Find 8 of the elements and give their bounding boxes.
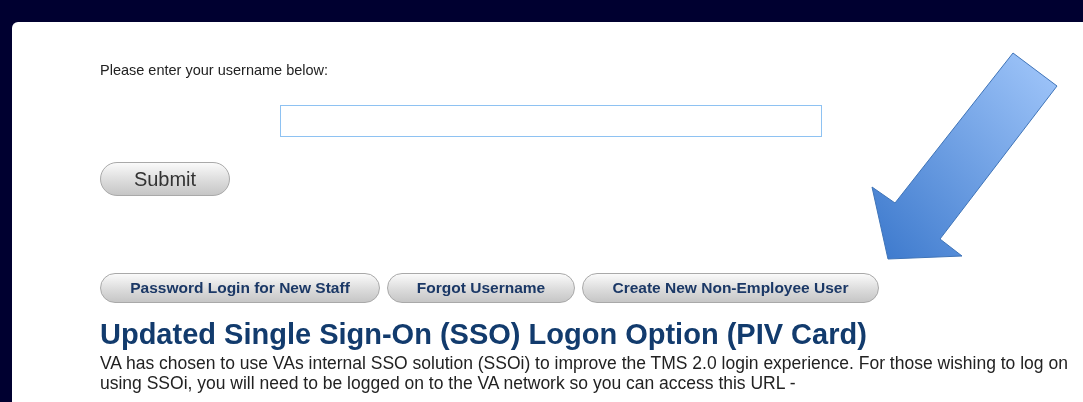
link-button[interactable]: Password Login for New Staff [100, 273, 380, 303]
instruction-text: Please enter your username below: [100, 62, 330, 78]
link-button[interactable]: Forgot Username [387, 273, 575, 303]
info-paragraph: VA has chosen to use VAs internal SSO solution (SSOi) to improve the TMS 2.0 login experience. For those wishing to log on using SSOi, you will need to be logged on to the VA network so you can access this URL - [100, 353, 1069, 393]
section-heading: Updated Single Sign-On (SSO) Logon Option (PIV Card) [100, 317, 868, 351]
link-button[interactable]: Create New Non-Employee User [582, 273, 879, 303]
submit-button[interactable]: Submit [100, 162, 230, 196]
username-field[interactable] [280, 105, 822, 137]
